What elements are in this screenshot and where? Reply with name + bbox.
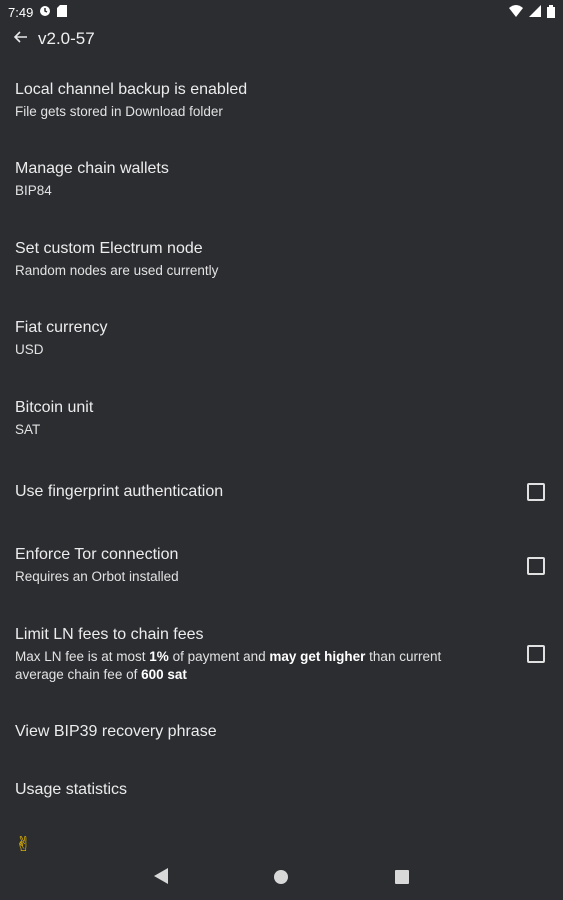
app-bar: v2.0-57 xyxy=(0,26,563,52)
setting-enforce-tor[interactable]: Enforce Tor connection Requires an Orbot… xyxy=(0,545,563,586)
setting-bitcoin-unit[interactable]: Bitcoin unit SAT xyxy=(0,398,563,439)
setting-subtitle: Requires an Orbot installed xyxy=(15,569,179,584)
home-circle-icon[interactable] xyxy=(274,870,288,884)
setting-subtitle: SAT xyxy=(15,422,41,437)
status-bar: 7:49 xyxy=(0,0,563,24)
navigation-bar xyxy=(0,856,563,900)
setting-title: Manage chain wallets xyxy=(15,160,169,177)
setting-fingerprint-auth[interactable]: Use fingerprint authentication xyxy=(0,482,563,502)
enforce-tor-checkbox[interactable] xyxy=(527,556,545,575)
sd-card-icon xyxy=(57,5,68,19)
arrow-left-icon[interactable] xyxy=(13,30,28,49)
fee-percent: 1% xyxy=(149,649,169,664)
wifi-icon xyxy=(509,5,523,19)
setting-subtitle: BIP84 xyxy=(15,183,52,198)
setting-title: Limit LN fees to chain fees xyxy=(15,626,204,643)
setting-subtitle: Random nodes are used currently xyxy=(15,263,219,278)
signal-icon xyxy=(529,5,541,19)
fingerprint-checkbox[interactable] xyxy=(527,483,545,501)
setting-custom-electrum-node[interactable]: Set custom Electrum node Random nodes ar… xyxy=(0,239,563,280)
setting-title: Enforce Tor connection xyxy=(15,546,179,563)
battery-icon xyxy=(547,4,555,20)
recents-square-icon[interactable] xyxy=(395,870,409,884)
sync-icon xyxy=(39,5,51,19)
setting-view-bip39[interactable]: View BIP39 recovery phrase xyxy=(0,722,563,742)
setting-title: Usage statistics xyxy=(15,781,128,798)
status-right xyxy=(509,4,555,20)
setting-title: Local channel backup is enabled xyxy=(15,81,248,98)
setting-usage-statistics[interactable]: Usage statistics xyxy=(0,780,563,800)
setting-manage-chain-wallets[interactable]: Manage chain wallets BIP84 xyxy=(0,159,563,200)
setting-fiat-currency[interactable]: Fiat currency USD xyxy=(0,318,563,359)
setting-subtitle: USD xyxy=(15,342,44,357)
setting-title: Use fingerprint authentication xyxy=(15,483,224,500)
back-triangle-icon[interactable] xyxy=(154,868,168,884)
setting-subtitle: Max LN fee is at most 1% of payment and … xyxy=(15,649,442,682)
victory-hand-icon: ✌ xyxy=(15,834,32,856)
setting-local-channel-backup[interactable]: Local channel backup is enabled File get… xyxy=(0,80,563,121)
setting-title: Bitcoin unit xyxy=(15,399,94,416)
fee-may-get-higher: may get higher xyxy=(269,649,366,664)
chain-fee-amount: 600 sat xyxy=(141,667,187,682)
setting-title: Set custom Electrum node xyxy=(15,240,203,257)
page-title: v2.0-57 xyxy=(38,29,95,48)
setting-subtitle: File gets stored in Download folder xyxy=(15,104,223,119)
limit-ln-fees-checkbox[interactable] xyxy=(527,645,545,663)
setting-title: Fiat currency xyxy=(15,319,108,336)
status-time: 7:49 xyxy=(8,4,34,20)
setting-limit-ln-fees[interactable]: Limit LN fees to chain fees Max LN fee i… xyxy=(0,625,563,684)
status-left: 7:49 xyxy=(8,4,68,20)
setting-title: View BIP39 recovery phrase xyxy=(15,723,217,740)
